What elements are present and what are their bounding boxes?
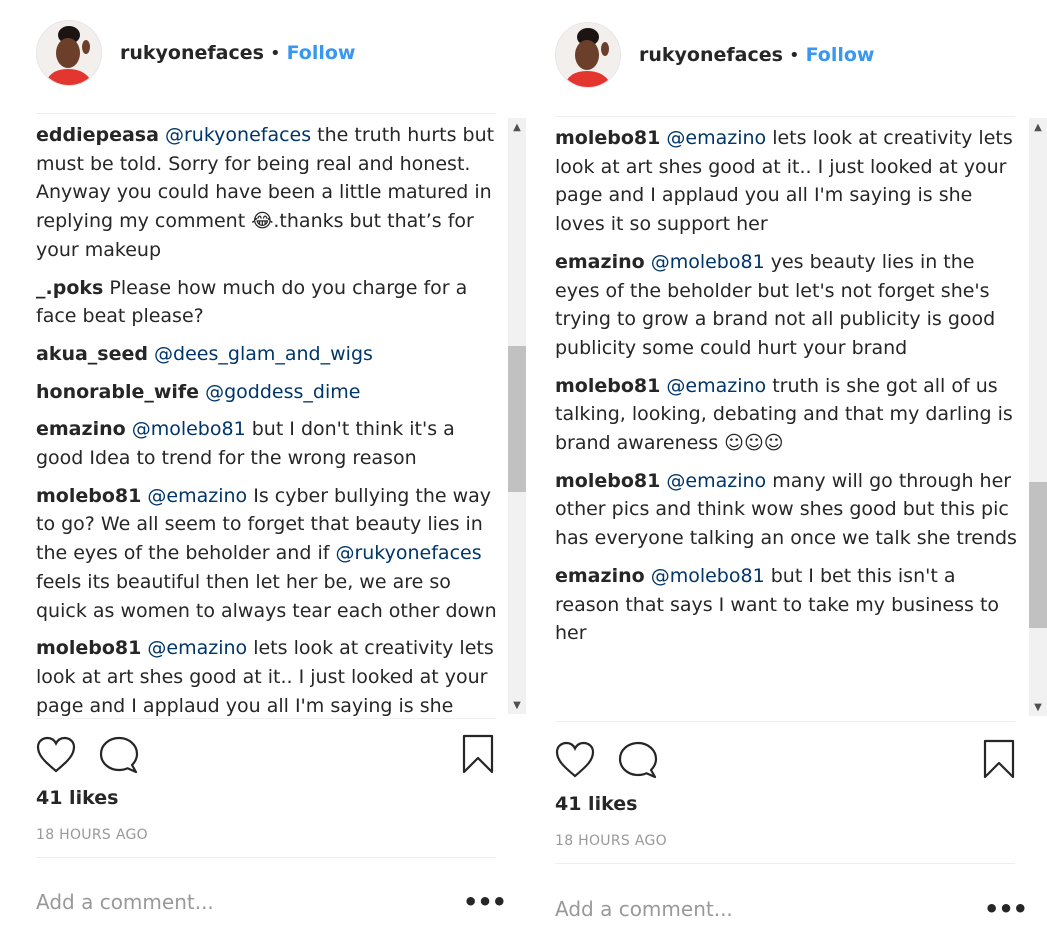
post-timestamp: 18 HOURS AGO — [36, 827, 148, 843]
separator-dot: • — [269, 42, 281, 64]
comment-username[interactable]: molebo81 — [36, 637, 141, 659]
follow-button[interactable]: Follow — [806, 44, 875, 66]
comment-bubble-icon[interactable] — [98, 735, 140, 779]
post-header: rukyonefaces • Follow — [555, 20, 874, 90]
comments-list[interactable]: molebo81 @emazino lets look at creativit… — [555, 124, 1025, 708]
footer-divider — [36, 857, 496, 858]
comment-item: eddiepeasa @rukyonefaces the truth hurts… — [36, 121, 506, 265]
avatar[interactable] — [555, 22, 621, 88]
post-panel-left: rukyonefaces • Follow eddiepeasa @rukyon… — [0, 0, 528, 944]
heart-icon[interactable] — [36, 736, 76, 778]
comment-mention[interactable]: @emazino — [147, 637, 247, 659]
comment-mention[interactable]: @molebo81 — [132, 418, 246, 440]
comment-username[interactable]: akua_seed — [36, 343, 148, 365]
comment-item: _.poks Please how much do you charge for… — [36, 274, 506, 331]
comment-mention[interactable]: @emazino — [147, 485, 247, 507]
bookmark-icon[interactable] — [983, 739, 1015, 783]
comments-scrollbar[interactable]: ▲ ▼ — [1029, 118, 1047, 716]
heart-icon[interactable] — [555, 741, 595, 783]
separator-dot: • — [788, 44, 800, 66]
likes-count[interactable]: 41 likes — [36, 787, 118, 809]
header-divider — [36, 113, 496, 114]
comment-username[interactable]: molebo81 — [555, 375, 660, 397]
comment-username[interactable]: molebo81 — [555, 127, 660, 149]
comment-username[interactable]: eddiepeasa — [36, 124, 159, 146]
bookmark-icon[interactable] — [462, 734, 494, 778]
comment-bubble-icon[interactable] — [617, 740, 659, 784]
comment-username[interactable]: molebo81 — [555, 470, 660, 492]
comment-mention[interactable]: @molebo81 — [651, 565, 765, 587]
comment-text: feels its beautiful then let her be, we … — [36, 570, 497, 622]
comment-item: molebo81 @emazino Is cyber bullying the … — [36, 482, 506, 626]
comments-list[interactable]: eddiepeasa @rukyonefaces the truth hurts… — [36, 121, 506, 718]
comment-mention[interactable]: @goddess_dime — [205, 381, 360, 403]
comment-item: akua_seed @dees_glam_and_wigs — [36, 340, 506, 369]
comment-mention[interactable]: @molebo81 — [651, 251, 765, 273]
comment-mention[interactable]: @emazino — [666, 470, 766, 492]
scroll-down-arrow-icon[interactable]: ▼ — [1029, 698, 1047, 716]
action-bar — [36, 735, 140, 779]
avatar-image — [37, 21, 101, 85]
username[interactable]: rukyonefaces — [120, 42, 264, 64]
comment-item: emazino @molebo81 but I don't think it's… — [36, 415, 506, 472]
username[interactable]: rukyonefaces — [639, 44, 783, 66]
post-timestamp: 18 HOURS AGO — [555, 833, 667, 849]
comment-item: honorable_wife @goddess_dime — [36, 378, 506, 407]
comment-item: molebo81 @emazino lets look at creativit… — [555, 124, 1025, 239]
comment-mention[interactable]: @emazino — [666, 375, 766, 397]
scroll-down-arrow-icon[interactable]: ▼ — [508, 696, 526, 714]
scroll-up-arrow-icon[interactable]: ▲ — [508, 118, 526, 136]
comment-username[interactable]: emazino — [36, 418, 126, 440]
more-options-button[interactable]: ••• — [984, 895, 1028, 923]
avatar-image — [556, 23, 620, 87]
comment-username[interactable]: emazino — [555, 251, 645, 273]
comment-mention[interactable]: @dees_glam_and_wigs — [154, 343, 373, 365]
comment-item: emazino @molebo81 but I bet this isn't a… — [555, 562, 1025, 648]
header-divider — [555, 116, 1015, 117]
action-bar — [555, 740, 659, 784]
add-comment-input[interactable]: Add a comment... — [555, 897, 733, 921]
comments-divider — [36, 718, 496, 719]
comment-username[interactable]: honorable_wife — [36, 381, 199, 403]
add-comment-input[interactable]: Add a comment... — [36, 890, 214, 914]
scroll-up-arrow-icon[interactable]: ▲ — [1029, 118, 1047, 136]
comment-username[interactable]: emazino — [555, 565, 645, 587]
comment-item: emazino @molebo81 yes beauty lies in the… — [555, 248, 1025, 363]
footer-divider — [555, 863, 1015, 864]
comment-username[interactable]: _.poks — [36, 277, 103, 299]
comment-mention[interactable]: @emazino — [666, 127, 766, 149]
comment-item: molebo81 @emazino truth is she got all o… — [555, 372, 1025, 458]
follow-button[interactable]: Follow — [287, 42, 356, 64]
avatar[interactable] — [36, 20, 102, 86]
scrollbar-thumb[interactable] — [1029, 482, 1047, 628]
post-header: rukyonefaces • Follow — [36, 18, 355, 88]
comments-divider — [555, 721, 1015, 722]
comments-scrollbar[interactable]: ▲ ▼ — [508, 118, 526, 714]
comment-mention[interactable]: @rukyonefaces — [165, 124, 311, 146]
comment-item: molebo81 @emazino many will go through h… — [555, 467, 1025, 553]
comment-item: molebo81 @emazino lets look at creativit… — [36, 634, 506, 718]
scrollbar-thumb[interactable] — [508, 346, 526, 492]
comment-mention[interactable]: @rukyonefaces — [335, 542, 481, 564]
comment-username[interactable]: molebo81 — [36, 485, 141, 507]
more-options-button[interactable]: ••• — [463, 888, 507, 916]
post-panel-right: rukyonefaces • Follow molebo81 @emazino … — [528, 0, 1047, 944]
likes-count[interactable]: 41 likes — [555, 793, 637, 815]
